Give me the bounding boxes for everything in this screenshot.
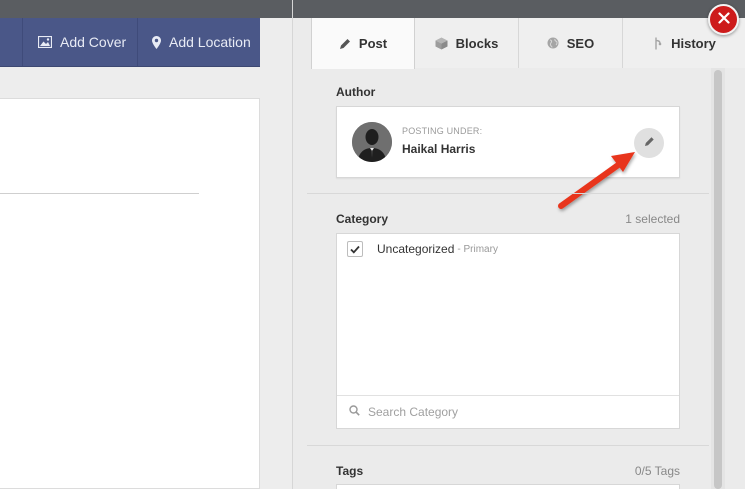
image-icon xyxy=(38,36,52,48)
author-name: Haikal Harris xyxy=(402,142,476,156)
scrollbar-thumb[interactable] xyxy=(714,70,722,489)
category-primary-label: - Primary xyxy=(457,243,498,255)
category-search xyxy=(337,395,679,428)
posting-under-label: POSTING UNDER: xyxy=(402,126,483,136)
sidebar-tabs: Post Blocks SEO History xyxy=(311,18,745,69)
panel-top-strip xyxy=(293,0,745,18)
close-icon xyxy=(717,11,730,29)
list-item[interactable]: Uncategorized - Primary xyxy=(347,241,498,257)
tags-count: 0/5 Tags xyxy=(634,464,680,478)
category-selected-count: 1 selected xyxy=(625,212,680,226)
category-search-input[interactable] xyxy=(368,405,668,419)
close-button[interactable] xyxy=(708,4,739,35)
tab-seo-label: SEO xyxy=(566,35,595,51)
editor-toolbar: Add Cover Add Location xyxy=(0,18,260,67)
tags-section-title: Tags xyxy=(336,464,364,478)
tab-blocks-label: Blocks xyxy=(455,35,499,51)
search-icon xyxy=(349,403,360,421)
add-cover-button[interactable]: Add Cover xyxy=(22,18,137,66)
annotation-arrow-icon xyxy=(558,152,635,209)
top-strip xyxy=(0,0,292,18)
tab-blocks[interactable]: Blocks xyxy=(415,18,519,68)
category-section-title: Category xyxy=(336,212,389,226)
map-pin-icon xyxy=(152,35,161,49)
add-location-label: Add Location xyxy=(169,34,251,50)
tab-seo[interactable]: SEO xyxy=(519,18,623,68)
category-list: Uncategorized - Primary xyxy=(336,233,680,429)
cube-icon xyxy=(435,37,448,50)
title-underline xyxy=(0,193,199,194)
add-cover-label: Add Cover xyxy=(60,34,127,50)
category-name: Uncategorized xyxy=(377,242,455,256)
history-icon xyxy=(653,37,663,50)
globe-icon xyxy=(547,37,559,49)
add-location-button[interactable]: Add Location xyxy=(137,18,260,66)
tab-history-label: History xyxy=(671,35,716,51)
avatar xyxy=(352,122,392,162)
tab-post-label: Post xyxy=(358,36,388,51)
tags-input[interactable] xyxy=(336,484,680,489)
editor-canvas[interactable] xyxy=(0,98,260,489)
author-section-title: Author xyxy=(336,85,376,99)
pencil-icon xyxy=(339,38,351,50)
section-divider xyxy=(307,445,709,446)
section-divider xyxy=(307,193,709,194)
check-icon xyxy=(350,245,360,254)
tab-post[interactable]: Post xyxy=(311,18,415,69)
category-checkbox[interactable] xyxy=(347,241,363,257)
